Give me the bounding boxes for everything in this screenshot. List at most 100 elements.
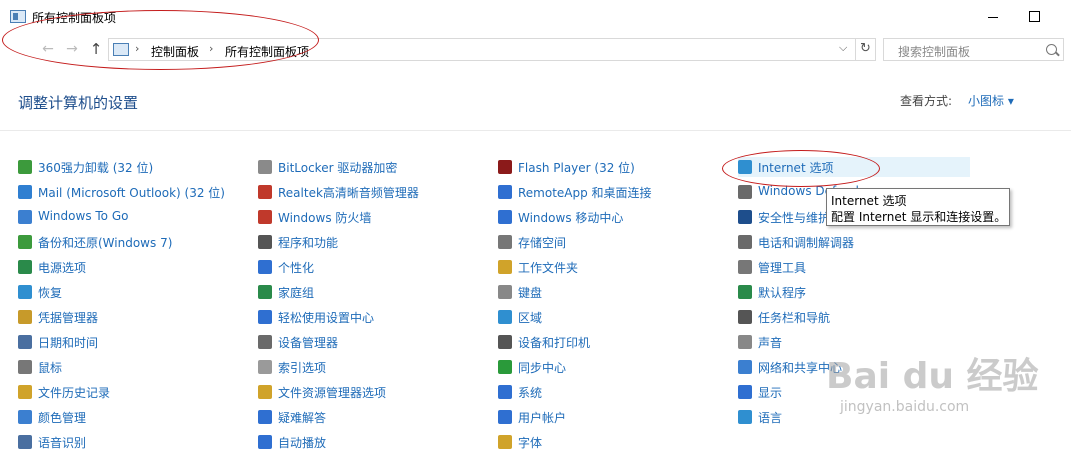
item-label: 用户帐户: [518, 411, 567, 425]
item-icon: [738, 185, 752, 199]
item-icon: [258, 310, 272, 324]
item-label: 设备和打印机: [518, 336, 591, 350]
item-icon: [258, 410, 272, 424]
watermark: Bai du 经验 jingyan.baidu.com: [810, 345, 1060, 435]
item-icon: [738, 310, 752, 324]
item-icon: [258, 385, 272, 399]
item-icon: [738, 360, 752, 374]
item-icon: [258, 335, 272, 349]
item-label: 设备管理器: [278, 336, 339, 350]
item-label: 存储空间: [518, 236, 567, 250]
item-label: 轻松使用设置中心: [278, 311, 375, 325]
item-label: 疑难解答: [278, 411, 327, 425]
item-label: 日期和时间: [38, 336, 99, 350]
item-label: 安全性与维护: [758, 211, 831, 225]
search-icon[interactable]: [1046, 44, 1057, 55]
item-label: 凭据管理器: [38, 311, 99, 325]
item-label: BitLocker 驱动器加密: [278, 161, 398, 175]
item-icon: [498, 235, 512, 249]
item-icon: [18, 185, 32, 199]
minimize-button[interactable]: [984, 8, 1004, 26]
item-icon: [18, 385, 32, 399]
item-label: 键盘: [518, 286, 543, 300]
item-icon: [738, 260, 752, 274]
item-label: 个性化: [278, 261, 315, 275]
view-by-label: 查看方式:: [900, 94, 953, 108]
item-icon: [498, 360, 512, 374]
control-panel-icon: [113, 43, 129, 56]
item-icon: [738, 285, 752, 299]
item-icon: [738, 235, 752, 249]
window-title: 所有控制面板项: [32, 11, 117, 25]
item-icon: [498, 260, 512, 274]
breadcrumb-separator[interactable]: ›: [135, 42, 139, 55]
item-icon: [738, 160, 752, 174]
item-icon: [18, 285, 32, 299]
address-bar[interactable]: › 控制面板 › 所有控制面板项 ⌵ ↻: [108, 38, 876, 61]
item-icon: [18, 235, 32, 249]
forward-arrow-icon[interactable]: →: [64, 41, 80, 57]
item-label: RemoteApp 和桌面连接: [518, 186, 652, 200]
item-icon: [18, 335, 32, 349]
item-icon: [738, 335, 752, 349]
item-label: 鼠标: [38, 361, 63, 375]
item-label: 语言: [758, 411, 783, 425]
item-label: 显示: [758, 386, 783, 400]
item-label: 任务栏和导航: [758, 311, 831, 325]
item-label: 家庭组: [278, 286, 315, 300]
item-label: 索引选项: [278, 361, 327, 375]
item-icon: [18, 160, 32, 174]
item-icon: [738, 385, 752, 399]
tooltip: Internet 选项 配置 Internet 显示和连接设置。: [826, 188, 1010, 226]
item-icon: [498, 310, 512, 324]
search-input[interactable]: 搜索控制面板: [883, 38, 1064, 61]
item-label: Windows To Go: [38, 209, 129, 223]
item-label: 声音: [758, 336, 783, 350]
item-label: Windows 防火墙: [278, 211, 372, 225]
navigation-bar: ← → ↑ › 控制面板 › 所有控制面板项 ⌵ ↻ 搜索控制面板: [0, 34, 1071, 66]
item-label: 同步中心: [518, 361, 567, 375]
chevron-down-icon[interactable]: ⌵: [839, 41, 847, 55]
item-label: 文件资源管理器选项: [278, 386, 387, 400]
item-icon: [258, 235, 272, 249]
refresh-button[interactable]: ↻: [855, 39, 876, 60]
view-by-dropdown[interactable]: 小图标 ▾: [968, 92, 1014, 109]
item-label: Realtek高清晰音频管理器: [278, 186, 419, 200]
item-icon: [18, 260, 32, 274]
item-icon: [258, 360, 272, 374]
page-title: 调整计算机的设置: [18, 94, 139, 112]
item-icon: [738, 210, 752, 224]
item-icon: [18, 210, 32, 224]
item-label: 电话和调制解调器: [758, 236, 855, 250]
tooltip-description: 配置 Internet 显示和连接设置。: [831, 210, 1007, 224]
item-icon: [258, 260, 272, 274]
search-placeholder: 搜索控制面板: [898, 45, 971, 59]
item-icon: [258, 435, 272, 449]
item-label: Internet 选项: [758, 161, 834, 175]
watermark-logo: Bai du 经验: [826, 356, 1039, 397]
breadcrumb-all-items[interactable]: 所有控制面板项: [225, 43, 309, 60]
item-label: Flash Player (32 位): [518, 161, 635, 175]
item-icon: [498, 410, 512, 424]
item-label: 工作文件夹: [518, 261, 579, 275]
item-label: 管理工具: [758, 261, 807, 275]
item-icon: [498, 285, 512, 299]
maximize-button[interactable]: [1025, 8, 1045, 26]
item-icon: [258, 185, 272, 199]
divider: [0, 130, 1071, 131]
item-label: 系统: [518, 386, 543, 400]
item-label: 电源选项: [38, 261, 87, 275]
refresh-icon: ↻: [860, 41, 871, 56]
breadcrumb-separator[interactable]: ›: [209, 42, 213, 55]
item-icon: [498, 185, 512, 199]
item-label: 程序和功能: [278, 236, 339, 250]
item-icon: [498, 335, 512, 349]
control-panel-item[interactable]: Internet 选项: [738, 157, 970, 177]
back-arrow-icon[interactable]: ←: [40, 41, 56, 57]
up-arrow-icon[interactable]: ↑: [88, 41, 104, 57]
item-label: 恢复: [38, 286, 63, 300]
item-label: 默认程序: [758, 286, 807, 300]
breadcrumb-control-panel[interactable]: 控制面板: [151, 43, 199, 60]
tooltip-title: Internet 选项: [831, 194, 907, 208]
item-label: Mail (Microsoft Outlook) (32 位): [38, 186, 225, 200]
